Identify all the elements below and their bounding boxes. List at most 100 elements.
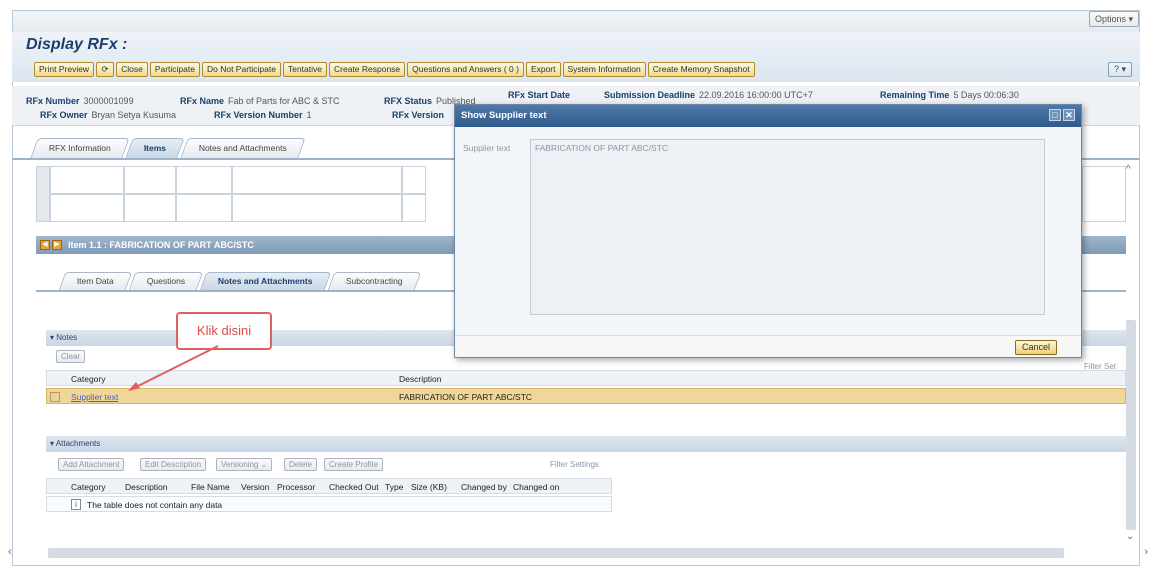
participate-button[interactable]: Participate [149, 62, 200, 77]
col-changed-on: Changed on [513, 482, 560, 492]
page-title: Display RFx : [26, 36, 128, 53]
col-version: Version [241, 482, 270, 492]
notes-col-description: Description [399, 374, 442, 384]
grid-cell [124, 194, 176, 222]
vertical-scrollbar[interactable]: ^ ⌄ [1124, 160, 1138, 550]
grid-cell [50, 166, 124, 194]
rfx-owner-value: Bryan Setya Kusuma [91, 110, 177, 120]
supplier-text-description: FABRICATION OF PART ABC/STC [399, 392, 533, 402]
submission-label: Submission Deadline [604, 90, 696, 100]
notes-header-label: Notes [56, 333, 78, 342]
rfx-version: RFx Version [392, 110, 448, 120]
scroll-left-icon[interactable]: ‹ [8, 546, 12, 558]
scroll-right-icon[interactable]: › [1144, 546, 1148, 558]
close-icon[interactable]: ✕ [1063, 109, 1075, 121]
help-icon[interactable]: ? ▾ [1108, 62, 1132, 77]
rfx-version-label: RFx Version [392, 110, 445, 120]
grid-cell [402, 194, 426, 222]
tab-item-notes-attachments-label: Notes and Attachments [217, 276, 313, 286]
supplier-text-label: Supplier text [463, 143, 511, 153]
rfx-start-date: RFx Start Date [508, 90, 574, 100]
tab-notes-attachments-label: Notes and Attachments [198, 143, 287, 153]
tentative-button[interactable]: Tentative [282, 62, 327, 77]
print-preview-button[interactable]: Print Preview [34, 62, 95, 77]
create-profile-button[interactable]: Create Profile [324, 458, 383, 471]
modal-body: Supplier text FABRICATION OF PART ABC/ST… [455, 127, 1081, 337]
scroll-up-icon[interactable]: ^ [1126, 164, 1131, 175]
scroll-down-icon[interactable]: ⌄ [1126, 531, 1134, 542]
help-glyph: ? [1113, 64, 1119, 74]
tab-rfx-information[interactable]: RFX Information [30, 138, 130, 158]
grid-cell [232, 166, 402, 194]
grid-row-selector[interactable] [36, 166, 50, 222]
info-icon: i [71, 499, 81, 510]
grid-cell [124, 166, 176, 194]
rfx-name: RFx Name Fab of Parts for ABC & STC [180, 96, 340, 106]
notes-col-category: Category [71, 374, 106, 384]
tab-questions[interactable]: Questions [128, 272, 204, 290]
rfx-number: RFx Number 3000001099 [26, 96, 134, 106]
modal-window-controls: □ ✕ [1049, 109, 1075, 121]
supplier-text-link[interactable]: Supplier text [71, 389, 118, 405]
versioning-label: Versioning [221, 460, 259, 469]
modal-title-bar[interactable]: Show Supplier text □ ✕ [455, 105, 1081, 127]
tab-questions-label: Questions [146, 276, 185, 286]
col-file-name: File Name [191, 482, 230, 492]
rfx-name-value: Fab of Parts for ABC & STC [228, 96, 340, 106]
rfx-status-label: RFX Status [384, 96, 433, 106]
versioning-button[interactable]: Versioning ⌄ [216, 458, 273, 471]
row-selector[interactable] [50, 392, 60, 402]
modal-title: Show Supplier text [461, 110, 547, 121]
rfx-name-label: RFx Name [180, 96, 225, 106]
refresh-icon[interactable]: ⟳ [96, 62, 115, 77]
attachments-header-label: Attachments [55, 439, 101, 448]
col-category: Category [71, 482, 106, 492]
edit-description-button[interactable]: Edit Description [140, 458, 207, 471]
questions-answers-button[interactable]: Questions and Answers ( 0 ) [407, 62, 524, 77]
close-button[interactable]: Close [116, 62, 148, 77]
create-response-button[interactable]: Create Response [329, 62, 406, 77]
attachments-filter-settings[interactable]: Filter Settings [550, 460, 599, 469]
col-type: Type [385, 482, 404, 492]
item-title: Item 1.1 : FABRICATION OF PART ABC/STC [68, 240, 254, 250]
item-tabs: Item Data Questions Notes and Attachment… [58, 272, 421, 290]
grid-cell [402, 166, 426, 194]
scroll-thumb[interactable] [1126, 320, 1136, 530]
system-information-button[interactable]: System Information [562, 62, 646, 77]
col-processor: Processor [277, 482, 316, 492]
supplier-text-field[interactable]: FABRICATION OF PART ABC/STC [530, 139, 1045, 315]
create-memory-snapshot-button[interactable]: Create Memory Snapshot [647, 62, 755, 77]
main-tabs: RFX Information Items Notes and Attachme… [30, 138, 306, 158]
grid-cell [176, 166, 232, 194]
modal-footer: Cancel [455, 335, 1081, 357]
add-attachment-button[interactable]: Add Attachment [58, 458, 125, 471]
rfx-owner-label: RFx Owner [40, 110, 88, 120]
options-button[interactable]: Options ▾ [1088, 11, 1139, 27]
next-item-icon[interactable]: ▶ [52, 240, 62, 250]
delete-button[interactable]: Delete [284, 458, 318, 471]
supplier-text-modal: Show Supplier text □ ✕ Supplier text FAB… [454, 104, 1082, 358]
cancel-button[interactable]: Cancel [1014, 340, 1057, 355]
clear-button[interactable]: Clear [56, 350, 86, 363]
remaining-label: Remaining Time [880, 90, 950, 100]
tab-items[interactable]: Items [125, 138, 185, 158]
tab-item-notes-attachments[interactable]: Notes and Attachments [199, 272, 332, 290]
submission-value: 22.09.2016 16:00:00 UTC+7 [699, 90, 813, 100]
rfx-number-value: 3000001099 [83, 96, 134, 106]
empty-table-text: The table does not contain any data [87, 500, 223, 510]
main-toolbar: Print Preview ⟳ Close Participate Do Not… [34, 62, 755, 77]
item-nav: ◀ ▶ [40, 240, 62, 250]
attachments-header[interactable]: ▾ Attachments [46, 436, 1126, 452]
horizontal-scrollbar[interactable]: ‹ › [8, 546, 1148, 560]
attachments-empty-row: i The table does not contain any data [46, 496, 612, 512]
tab-item-data[interactable]: Item Data [58, 272, 133, 290]
grid-cell [50, 194, 124, 222]
maximize-icon[interactable]: □ [1049, 109, 1061, 121]
tab-subcontracting[interactable]: Subcontracting [327, 272, 421, 290]
do-not-participate-button[interactable]: Do Not Participate [201, 62, 281, 77]
export-button[interactable]: Export [525, 62, 561, 77]
horizontal-scroll-thumb[interactable] [48, 548, 1064, 558]
previous-item-icon[interactable]: ◀ [40, 240, 50, 250]
submission-deadline: Submission Deadline 22.09.2016 16:00:00 U… [604, 90, 813, 100]
tab-notes-attachments[interactable]: Notes and Attachments [180, 138, 306, 158]
